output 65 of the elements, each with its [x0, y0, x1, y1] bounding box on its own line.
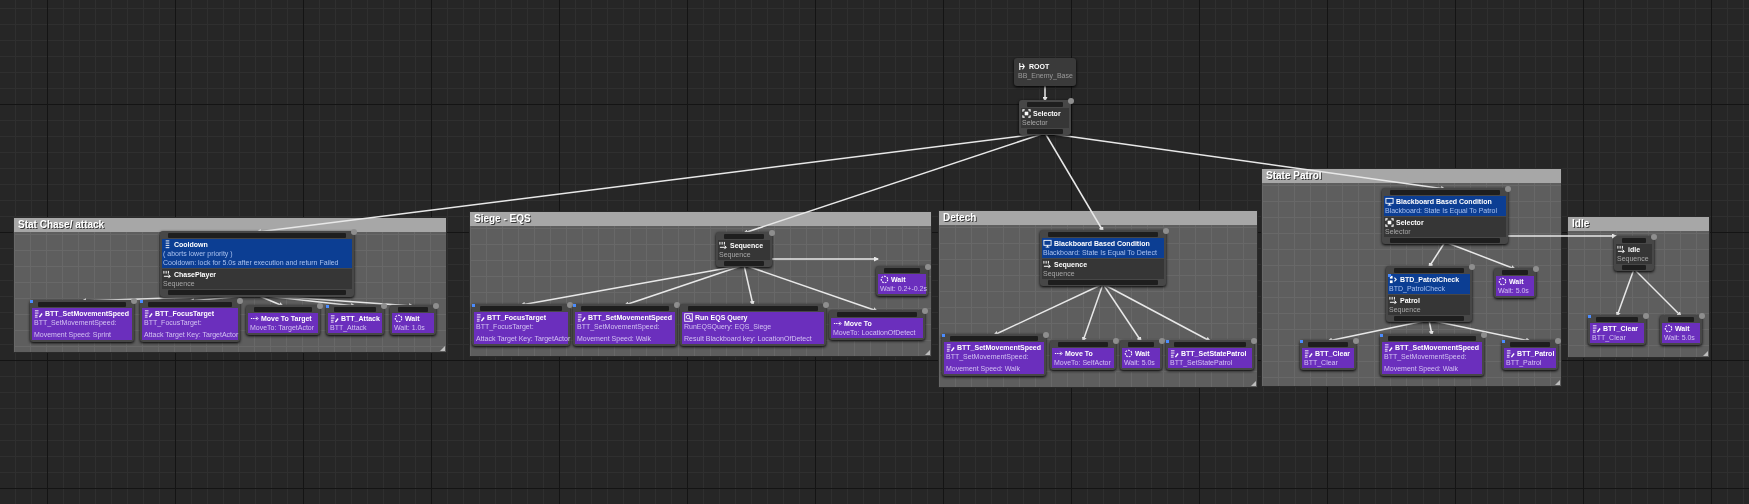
list-pencil-icon: [1506, 349, 1515, 358]
lines-arrow-icon: [719, 241, 728, 250]
pin-icon: [1469, 264, 1475, 270]
pin-icon: [433, 303, 439, 309]
pin-icon: [674, 302, 680, 308]
list-pencil-icon: [34, 309, 43, 318]
pin-icon: [1251, 338, 1257, 344]
pin-icon: [1159, 338, 1165, 344]
dotted-arrow-icon: [1054, 349, 1063, 358]
list-pencil-icon: [144, 309, 153, 318]
pin-icon: [1353, 338, 1359, 344]
bracket-square-icon: [1022, 109, 1031, 118]
dashed-circle-icon: [1664, 324, 1673, 333]
connector-arrow: [1042, 83, 1048, 102]
pin-icon: [922, 308, 928, 314]
resize-handle-icon: [925, 350, 930, 355]
monitor-icon: [1385, 197, 1394, 206]
pin-icon: [1113, 338, 1119, 344]
pin-icon: [567, 302, 573, 308]
dotted-arrow-icon: [250, 314, 259, 323]
dotted-arrow-icon: [833, 319, 842, 328]
dashed-circle-icon: [1124, 349, 1133, 358]
list-pencil-icon: [946, 343, 955, 352]
list-pencil-icon: [577, 313, 586, 322]
blocks-arrow-icon: [1389, 275, 1398, 284]
pin-icon: [1643, 313, 1649, 319]
pin-icon: [1555, 338, 1561, 344]
dashed-circle-icon: [880, 275, 889, 284]
dashed-circle-icon: [394, 314, 403, 323]
lines-arrow-icon: [1043, 260, 1052, 269]
pin-icon: [1505, 186, 1511, 192]
pin-icon: [1068, 98, 1074, 104]
list-pencil-icon: [330, 314, 339, 323]
pin-icon: [1163, 228, 1169, 234]
pin-icon: [317, 303, 323, 309]
lines-arrow-icon: [163, 270, 172, 279]
pin-icon: [925, 264, 931, 270]
lines-arrow-icon: [1389, 296, 1398, 305]
dashed-circle-icon: [1498, 277, 1507, 286]
pin-icon: [1043, 332, 1049, 338]
monitor-icon: [1043, 239, 1052, 248]
pin-icon: [823, 302, 829, 308]
pin-icon: [769, 230, 775, 236]
lines-arrow-icon: [1617, 245, 1626, 254]
list-pencil-icon: [1592, 324, 1601, 333]
magnifier-icon: [684, 313, 693, 322]
resize-handle-icon: [1555, 380, 1560, 385]
pin-icon: [1481, 332, 1487, 338]
resize-handle-icon: [1703, 351, 1708, 356]
pin-icon: [381, 303, 387, 309]
pin-icon: [131, 298, 137, 304]
branch-icon: [1018, 62, 1027, 71]
pin-icon: [1651, 234, 1657, 240]
bracket-square-icon: [1385, 218, 1394, 227]
bars-icon: [163, 240, 172, 249]
list-pencil-icon: [1170, 349, 1179, 358]
list-pencil-icon: [1384, 343, 1393, 352]
list-pencil-icon: [476, 313, 485, 322]
pin-icon: [1533, 266, 1539, 272]
pin-icon: [351, 229, 357, 235]
list-pencil-icon: [1304, 349, 1313, 358]
resize-handle-icon: [440, 346, 445, 351]
resize-handle-icon: [1251, 381, 1256, 386]
pin-icon: [237, 298, 243, 304]
pin-icon: [1699, 313, 1705, 319]
